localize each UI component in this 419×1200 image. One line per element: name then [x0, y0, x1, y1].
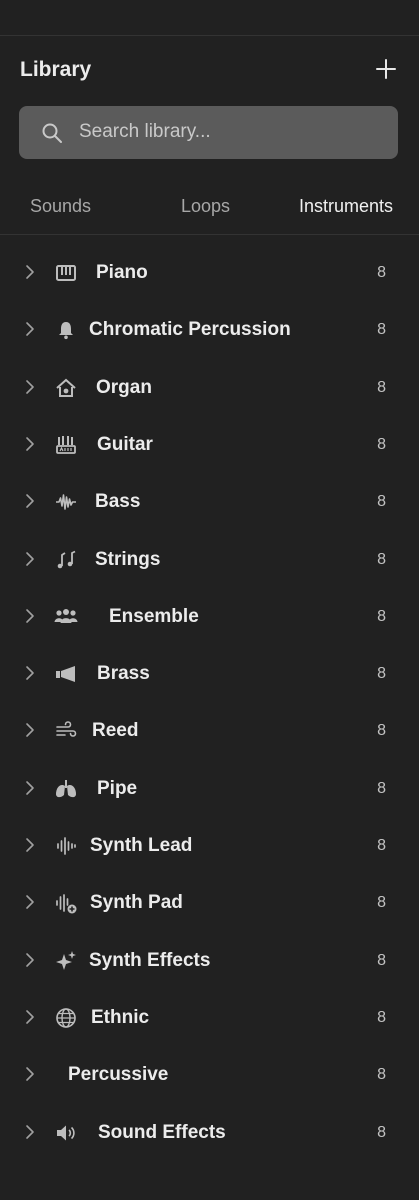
list-item-count: 8 [377, 951, 386, 969]
tab-bar: Sounds Loops Instruments [0, 192, 419, 222]
chevron-right-icon[interactable] [24, 551, 36, 567]
list-item-count: 8 [377, 779, 386, 797]
list-item-label: Synth Effects [89, 949, 211, 971]
list-item-count: 8 [377, 378, 386, 396]
list-item[interactable]: Synth Effects 8 [0, 933, 419, 990]
list-item[interactable]: Reed 8 [0, 703, 419, 760]
tabs-divider [0, 234, 419, 235]
list-item[interactable]: Sound Effects 8 [0, 1105, 419, 1162]
list-item[interactable]: Synth Pad 8 [0, 875, 419, 932]
search-placeholder: Search library... [79, 121, 211, 142]
search-icon [42, 123, 62, 143]
list-item-count: 8 [377, 321, 386, 339]
list-item-label: Pipe [97, 777, 138, 799]
wind-icon [56, 721, 77, 738]
chevron-right-icon[interactable] [24, 321, 36, 337]
chevron-right-icon[interactable] [24, 1066, 36, 1082]
waveform-icon [56, 494, 76, 510]
chevron-right-icon[interactable] [24, 837, 36, 853]
list-item-count: 8 [377, 550, 386, 568]
tab-sounds[interactable]: Sounds [30, 196, 91, 217]
plus-icon [376, 59, 396, 79]
tab-loops[interactable]: Loops [181, 196, 230, 217]
list-item-label: Sound Effects [98, 1121, 226, 1143]
list-item-count: 8 [377, 1123, 386, 1141]
list-item-count: 8 [377, 435, 386, 453]
list-item-label: Reed [92, 720, 139, 742]
globe-icon [56, 1008, 76, 1028]
music-notes-icon [57, 550, 76, 568]
list-item-count: 8 [377, 607, 386, 625]
add-button[interactable] [374, 57, 398, 81]
search-input[interactable]: Search library... [19, 106, 398, 159]
chevron-right-icon[interactable] [24, 1009, 36, 1025]
list-item-count: 8 [377, 665, 386, 683]
chevron-right-icon[interactable] [24, 608, 36, 624]
list-item[interactable]: Strings 8 [0, 532, 419, 589]
list-item[interactable]: Percussive 8 [0, 1047, 419, 1104]
list-item[interactable]: Brass 8 [0, 646, 419, 703]
waveform-lines-icon [57, 837, 76, 855]
chevron-right-icon[interactable] [24, 436, 36, 452]
megaphone-icon [56, 666, 75, 683]
guitar-icon [56, 435, 76, 454]
list-item[interactable]: Bass 8 [0, 474, 419, 531]
list-item-label: Organ [96, 376, 152, 398]
list-item-label: Ensemble [109, 605, 199, 627]
waveform-plus-icon [56, 894, 77, 914]
speaker-icon [57, 1125, 75, 1140]
chevron-right-icon[interactable] [24, 952, 36, 968]
list-item-count: 8 [377, 722, 386, 740]
chevron-right-icon[interactable] [24, 1124, 36, 1140]
list-item-count: 8 [377, 1008, 386, 1026]
library-header: Library [0, 54, 419, 90]
list-item-label: Synth Lead [90, 835, 193, 856]
list-item[interactable]: Piano 8 [0, 245, 419, 302]
list-item[interactable]: Ethnic 8 [0, 990, 419, 1047]
list-item-count: 8 [377, 1066, 386, 1084]
tab-instruments[interactable]: Instruments [299, 196, 393, 217]
chevron-right-icon[interactable] [24, 665, 36, 681]
list-item[interactable]: Pipe 8 [0, 761, 419, 818]
lungs-icon [56, 779, 76, 797]
bell-icon [59, 322, 73, 340]
list-item[interactable]: Chromatic Percussion 8 [0, 302, 419, 359]
list-item-label: Brass [97, 663, 150, 685]
list-item-label: Chromatic Percussion [89, 319, 291, 341]
list-item-label: Guitar [97, 433, 153, 455]
chevron-right-icon[interactable] [24, 379, 36, 395]
list-item-count: 8 [377, 264, 386, 281]
list-item[interactable]: Synth Lead 8 [0, 818, 419, 875]
piano-icon [56, 265, 76, 281]
organ-house-icon [56, 378, 76, 397]
list-item-count: 8 [377, 894, 386, 912]
list-item-count: 8 [377, 837, 386, 854]
list-item[interactable]: Guitar 8 [0, 417, 419, 474]
list-item-label: Ethnic [91, 1006, 150, 1028]
list-item-label: Bass [95, 491, 141, 513]
list-item[interactable]: Organ 8 [0, 360, 419, 417]
chevron-right-icon[interactable] [24, 722, 36, 738]
chevron-right-icon[interactable] [24, 894, 36, 910]
list-item-label: Strings [95, 548, 161, 570]
top-divider [0, 35, 419, 36]
sparkles-icon [56, 950, 76, 970]
list-item-label: Synth Pad [90, 892, 183, 914]
group-icon [54, 608, 78, 623]
chevron-right-icon[interactable] [24, 264, 36, 280]
chevron-right-icon[interactable] [24, 780, 36, 796]
list-item-label: Percussive [68, 1064, 169, 1086]
page-title: Library [20, 58, 92, 81]
list-item-count: 8 [377, 493, 386, 511]
list-item[interactable]: Ensemble 8 [0, 589, 419, 646]
list-item-label: Piano [96, 262, 148, 283]
chevron-right-icon[interactable] [24, 493, 36, 509]
